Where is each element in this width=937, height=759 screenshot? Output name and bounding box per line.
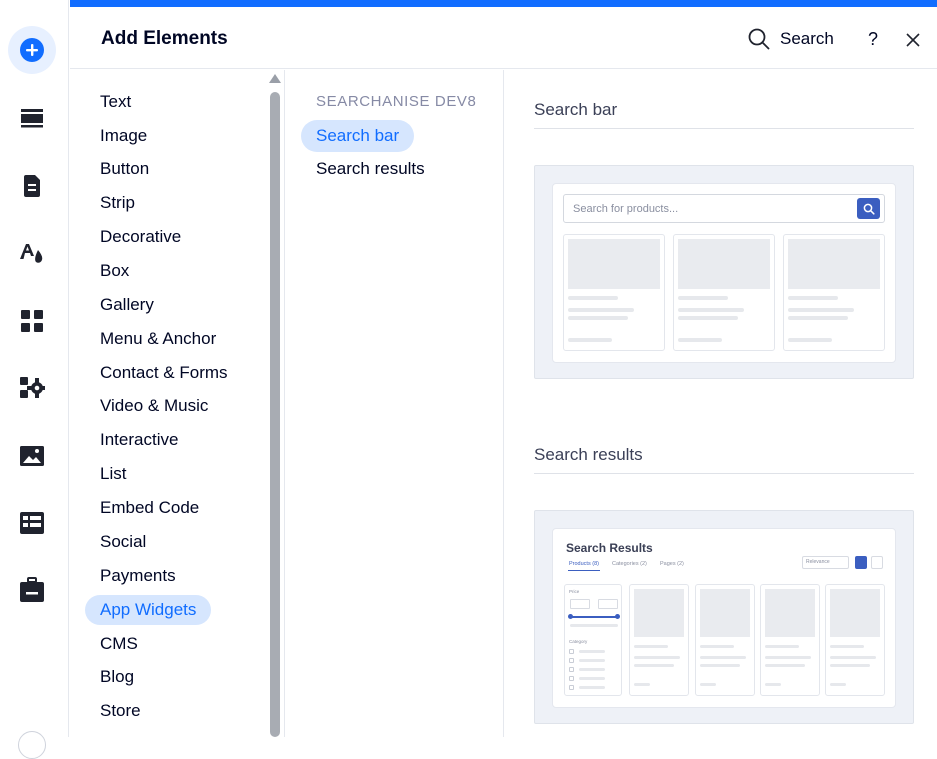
preview-filter-panel: Price Category xyxy=(564,584,622,696)
search-icon xyxy=(748,28,770,50)
add-elements-panel: Add Elements Search ? Text Image Button … xyxy=(70,0,937,737)
search-bar-widget-frame: Search for products... xyxy=(552,183,896,363)
category-video-music[interactable]: Video & Music xyxy=(85,391,223,421)
cms-button[interactable] xyxy=(8,499,56,547)
category-contact-forms[interactable]: Contact & Forms xyxy=(85,358,243,388)
panel-title: Add Elements xyxy=(101,28,228,49)
category-list: Text Image Button Strip Decorative Box G… xyxy=(70,70,285,737)
preview-search-button xyxy=(857,198,880,219)
portfolio-button[interactable] xyxy=(8,566,56,614)
category-button[interactable]: Button xyxy=(85,154,164,184)
category-payments[interactable]: Payments xyxy=(85,561,191,591)
pages-icon xyxy=(24,175,40,197)
help-button[interactable]: ? xyxy=(863,26,883,52)
section-divider xyxy=(534,128,914,129)
preview-filter-category-label: Category xyxy=(569,639,588,644)
close-button[interactable] xyxy=(902,29,924,51)
business-apps-icon xyxy=(20,377,45,398)
search-bar-section-title: Search bar xyxy=(534,100,618,119)
design-button[interactable] xyxy=(8,229,56,277)
scrollbar-thumb[interactable] xyxy=(270,92,280,737)
category-gallery[interactable]: Gallery xyxy=(85,290,169,320)
category-store[interactable]: Store xyxy=(85,696,156,726)
preview-tab-underline xyxy=(568,570,600,571)
add-elements-button[interactable] xyxy=(8,26,56,74)
category-image[interactable]: Image xyxy=(85,121,162,151)
category-text[interactable]: Text xyxy=(85,87,146,117)
preview-tab-products: Products (8) xyxy=(569,561,599,567)
preview-result-card xyxy=(760,584,820,696)
widget-previews: Search bar Search for products... Search… xyxy=(505,70,937,737)
preview-search-input: Search for products... xyxy=(563,194,885,223)
panel-header: Add Elements Search ? xyxy=(70,7,937,69)
media-icon xyxy=(20,446,44,466)
scroll-up-arrow-icon[interactable] xyxy=(269,74,281,83)
category-box[interactable]: Box xyxy=(85,256,144,286)
preview-product-card xyxy=(783,234,885,351)
subcategory-search-results[interactable]: Search results xyxy=(301,153,440,185)
category-blog[interactable]: Blog xyxy=(85,662,149,692)
category-list[interactable]: List xyxy=(85,459,141,489)
search-bar-widget-preview[interactable]: Search for products... xyxy=(534,165,914,379)
preview-result-card xyxy=(629,584,689,696)
business-apps-button[interactable] xyxy=(8,364,56,412)
category-app-widgets[interactable]: App Widgets xyxy=(85,595,212,625)
app-market-button[interactable] xyxy=(8,297,56,345)
category-decorative[interactable]: Decorative xyxy=(85,222,196,252)
section-divider xyxy=(534,473,914,474)
subcategory-list: SEARCHANISE DEV8 Search bar Search resul… xyxy=(286,70,504,737)
top-accent-bar xyxy=(70,0,937,7)
preview-tab-categories: Categories (2) xyxy=(612,561,647,567)
category-cms[interactable]: CMS xyxy=(85,629,153,659)
preview-product-card xyxy=(673,234,775,351)
category-interactive[interactable]: Interactive xyxy=(85,425,193,455)
category-social[interactable]: Social xyxy=(85,527,161,557)
pages-button[interactable] xyxy=(8,162,56,210)
category-strip[interactable]: Strip xyxy=(85,188,150,218)
preview-result-card xyxy=(825,584,885,696)
search-results-section-title: Search results xyxy=(534,445,643,464)
search-results-widget-preview[interactable]: Search Results Products (8) Categories (… xyxy=(534,510,914,724)
search-icon xyxy=(863,203,875,215)
search-label: Search xyxy=(780,29,834,48)
subcategory-search-bar[interactable]: Search bar xyxy=(301,120,415,152)
category-embed-code[interactable]: Embed Code xyxy=(85,493,214,523)
theme-design-icon xyxy=(20,244,43,263)
preview-product-card xyxy=(563,234,665,351)
category-scrollbar[interactable] xyxy=(267,74,283,737)
category-menu-anchor[interactable]: Menu & Anchor xyxy=(85,324,231,354)
portfolio-briefcase-icon xyxy=(20,577,44,602)
media-button[interactable] xyxy=(8,432,56,480)
preview-tab-pages: Pages (2) xyxy=(660,561,684,567)
left-toolbar xyxy=(0,0,69,759)
preview-filter-price-label: Price xyxy=(569,589,580,594)
search-results-widget-frame: Search Results Products (8) Categories (… xyxy=(552,528,896,708)
close-icon xyxy=(906,33,920,47)
grid-view-icon xyxy=(855,556,867,569)
sections-button[interactable] xyxy=(8,94,56,142)
sections-icon xyxy=(21,109,43,128)
cms-table-icon xyxy=(20,512,44,534)
app-market-icon xyxy=(21,310,43,332)
list-view-icon xyxy=(871,556,883,569)
preview-result-card xyxy=(695,584,755,696)
preview-results-title: Search Results xyxy=(566,541,653,555)
add-elements-icon xyxy=(20,38,44,62)
subcategory-heading: SEARCHANISE DEV8 xyxy=(316,93,477,110)
preview-sort-select: Relevance xyxy=(802,556,849,569)
account-avatar[interactable] xyxy=(18,731,46,759)
search-button[interactable]: Search xyxy=(748,26,834,52)
preview-search-placeholder: Search for products... xyxy=(573,203,679,215)
